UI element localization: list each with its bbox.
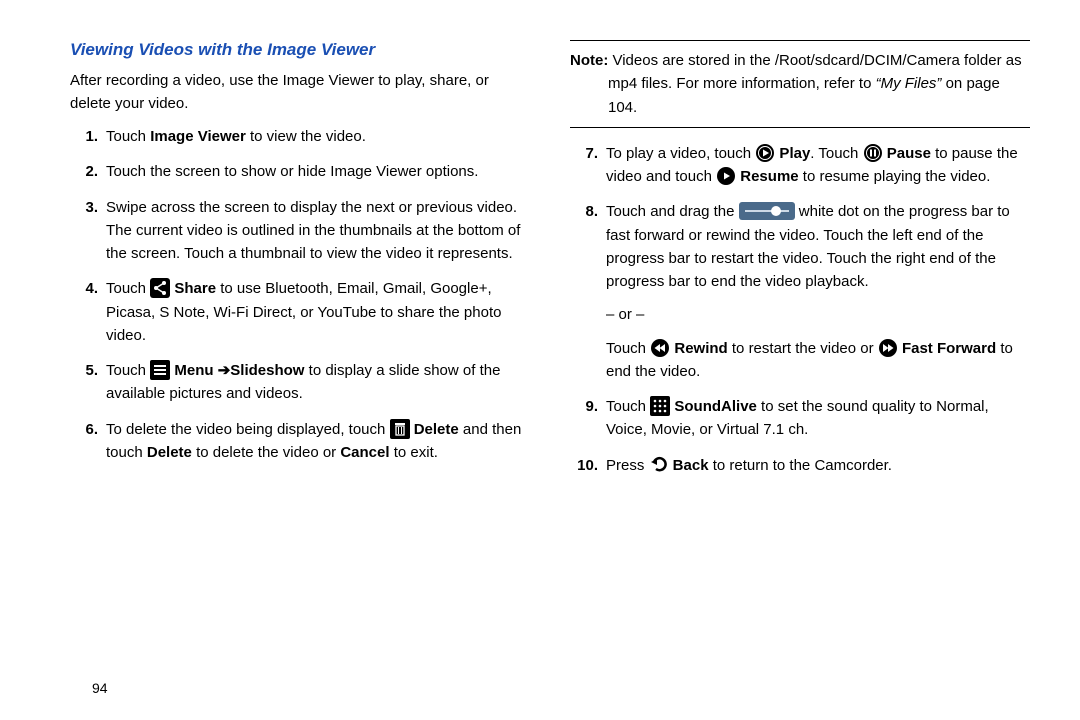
back-icon: [649, 455, 669, 475]
or-divider: – or –: [606, 303, 1030, 326]
delete-icon: [390, 419, 410, 439]
progress-slider-icon: [739, 202, 795, 220]
divider: [570, 40, 1030, 41]
step-number: 1.: [70, 125, 106, 148]
menu-icon: [150, 360, 170, 380]
step-number: 4.: [70, 277, 106, 347]
resume-icon: [716, 166, 736, 186]
step-number: 3.: [70, 196, 106, 266]
note-box: Note: Videos are stored in the /Root/sdc…: [570, 49, 1030, 128]
steps-left: 1. Touch Image Viewer to view the video.…: [70, 125, 530, 464]
arrow-icon: [214, 362, 231, 379]
step-number: 8.: [570, 200, 606, 383]
step-number: 2.: [70, 160, 106, 183]
page-number: 94: [92, 680, 108, 696]
section-heading: Viewing Videos with the Image Viewer: [70, 40, 530, 60]
step-2: 2. Touch the screen to show or hide Imag…: [70, 160, 530, 183]
step-number: 7.: [570, 142, 606, 189]
step-3: 3. Swipe across the screen to display th…: [70, 196, 530, 266]
play-icon: [755, 143, 775, 163]
fast-forward-icon: [878, 338, 898, 358]
right-column: Note: Videos are stored in the /Root/sdc…: [570, 40, 1030, 489]
pause-icon: [863, 143, 883, 163]
share-icon: [150, 278, 170, 298]
step-6: 6. To delete the video being displayed, …: [70, 418, 530, 465]
step-9: 9. Touch SoundAlive to set the sound qua…: [570, 395, 1030, 442]
rewind-icon: [650, 338, 670, 358]
step-8: 8. Touch and drag the white dot on the p…: [570, 200, 1030, 383]
step-5: 5. Touch MenuSlideshow to display a slid…: [70, 359, 530, 406]
steps-right: 7. To play a video, touch Play. Touch Pa…: [570, 142, 1030, 477]
step-7: 7. To play a video, touch Play. Touch Pa…: [570, 142, 1030, 189]
step-number: 5.: [70, 359, 106, 406]
step-number: 9.: [570, 395, 606, 442]
step-number: 6.: [70, 418, 106, 465]
step-4: 4. Touch Share to use Bluetooth, Email, …: [70, 277, 530, 347]
step-1: 1. Touch Image Viewer to view the video.: [70, 125, 530, 148]
left-column: Viewing Videos with the Image Viewer Aft…: [70, 40, 530, 489]
soundalive-icon: [650, 396, 670, 416]
step-10: 10. Press Back to return to the Camcorde…: [570, 454, 1030, 477]
intro-text: After recording a video, use the Image V…: [70, 70, 530, 115]
step-number: 10.: [570, 454, 606, 477]
